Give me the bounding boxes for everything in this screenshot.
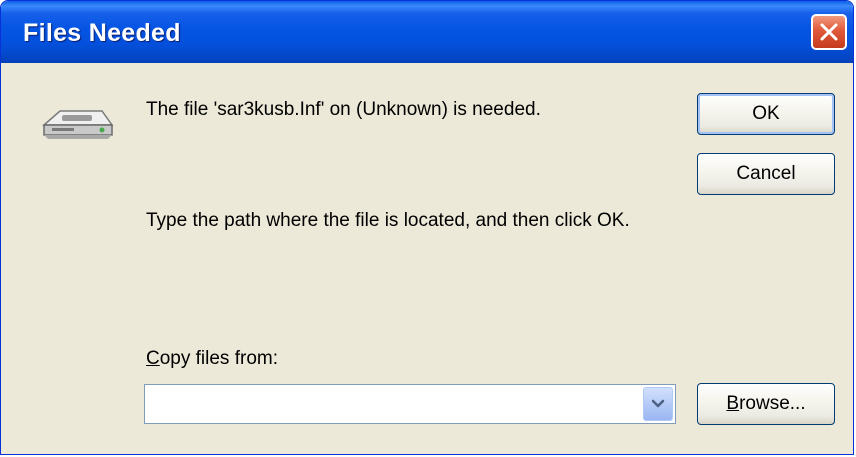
- dialog-body: The file 'sar3kusb.Inf' on (Unknown) is …: [4, 63, 850, 451]
- close-button[interactable]: [811, 14, 847, 50]
- cancel-button[interactable]: Cancel: [697, 153, 835, 195]
- instructions-message: Type the path where the file is located,…: [146, 210, 630, 231]
- floppy-drive-icon: [42, 110, 114, 139]
- browse-accelerator: B: [726, 393, 740, 414]
- chevron-down-icon: [651, 399, 665, 408]
- copy-files-from-combobox[interactable]: [144, 384, 676, 424]
- title-bar[interactable]: Files Needed: [1, 1, 853, 63]
- dialog-title: Files Needed: [23, 19, 181, 47]
- combobox-dropdown-button[interactable]: [643, 387, 673, 421]
- needed-file-message: The file 'sar3kusb.Inf' on (Unknown) is …: [146, 99, 541, 120]
- files-needed-dialog: Files Needed The file 'sar3kusb.Inf' on …: [0, 0, 854, 455]
- close-icon: [820, 23, 838, 41]
- copy-label-text: opy files from:: [159, 348, 278, 369]
- browse-label: rowse...: [739, 393, 806, 414]
- copy-files-from-label: Copy files from:: [146, 348, 278, 370]
- ok-button[interactable]: OK: [697, 93, 835, 135]
- copy-files-from-input[interactable]: [149, 389, 633, 421]
- browse-button[interactable]: Browse...: [697, 383, 835, 425]
- copy-label-accelerator: C: [146, 348, 160, 369]
